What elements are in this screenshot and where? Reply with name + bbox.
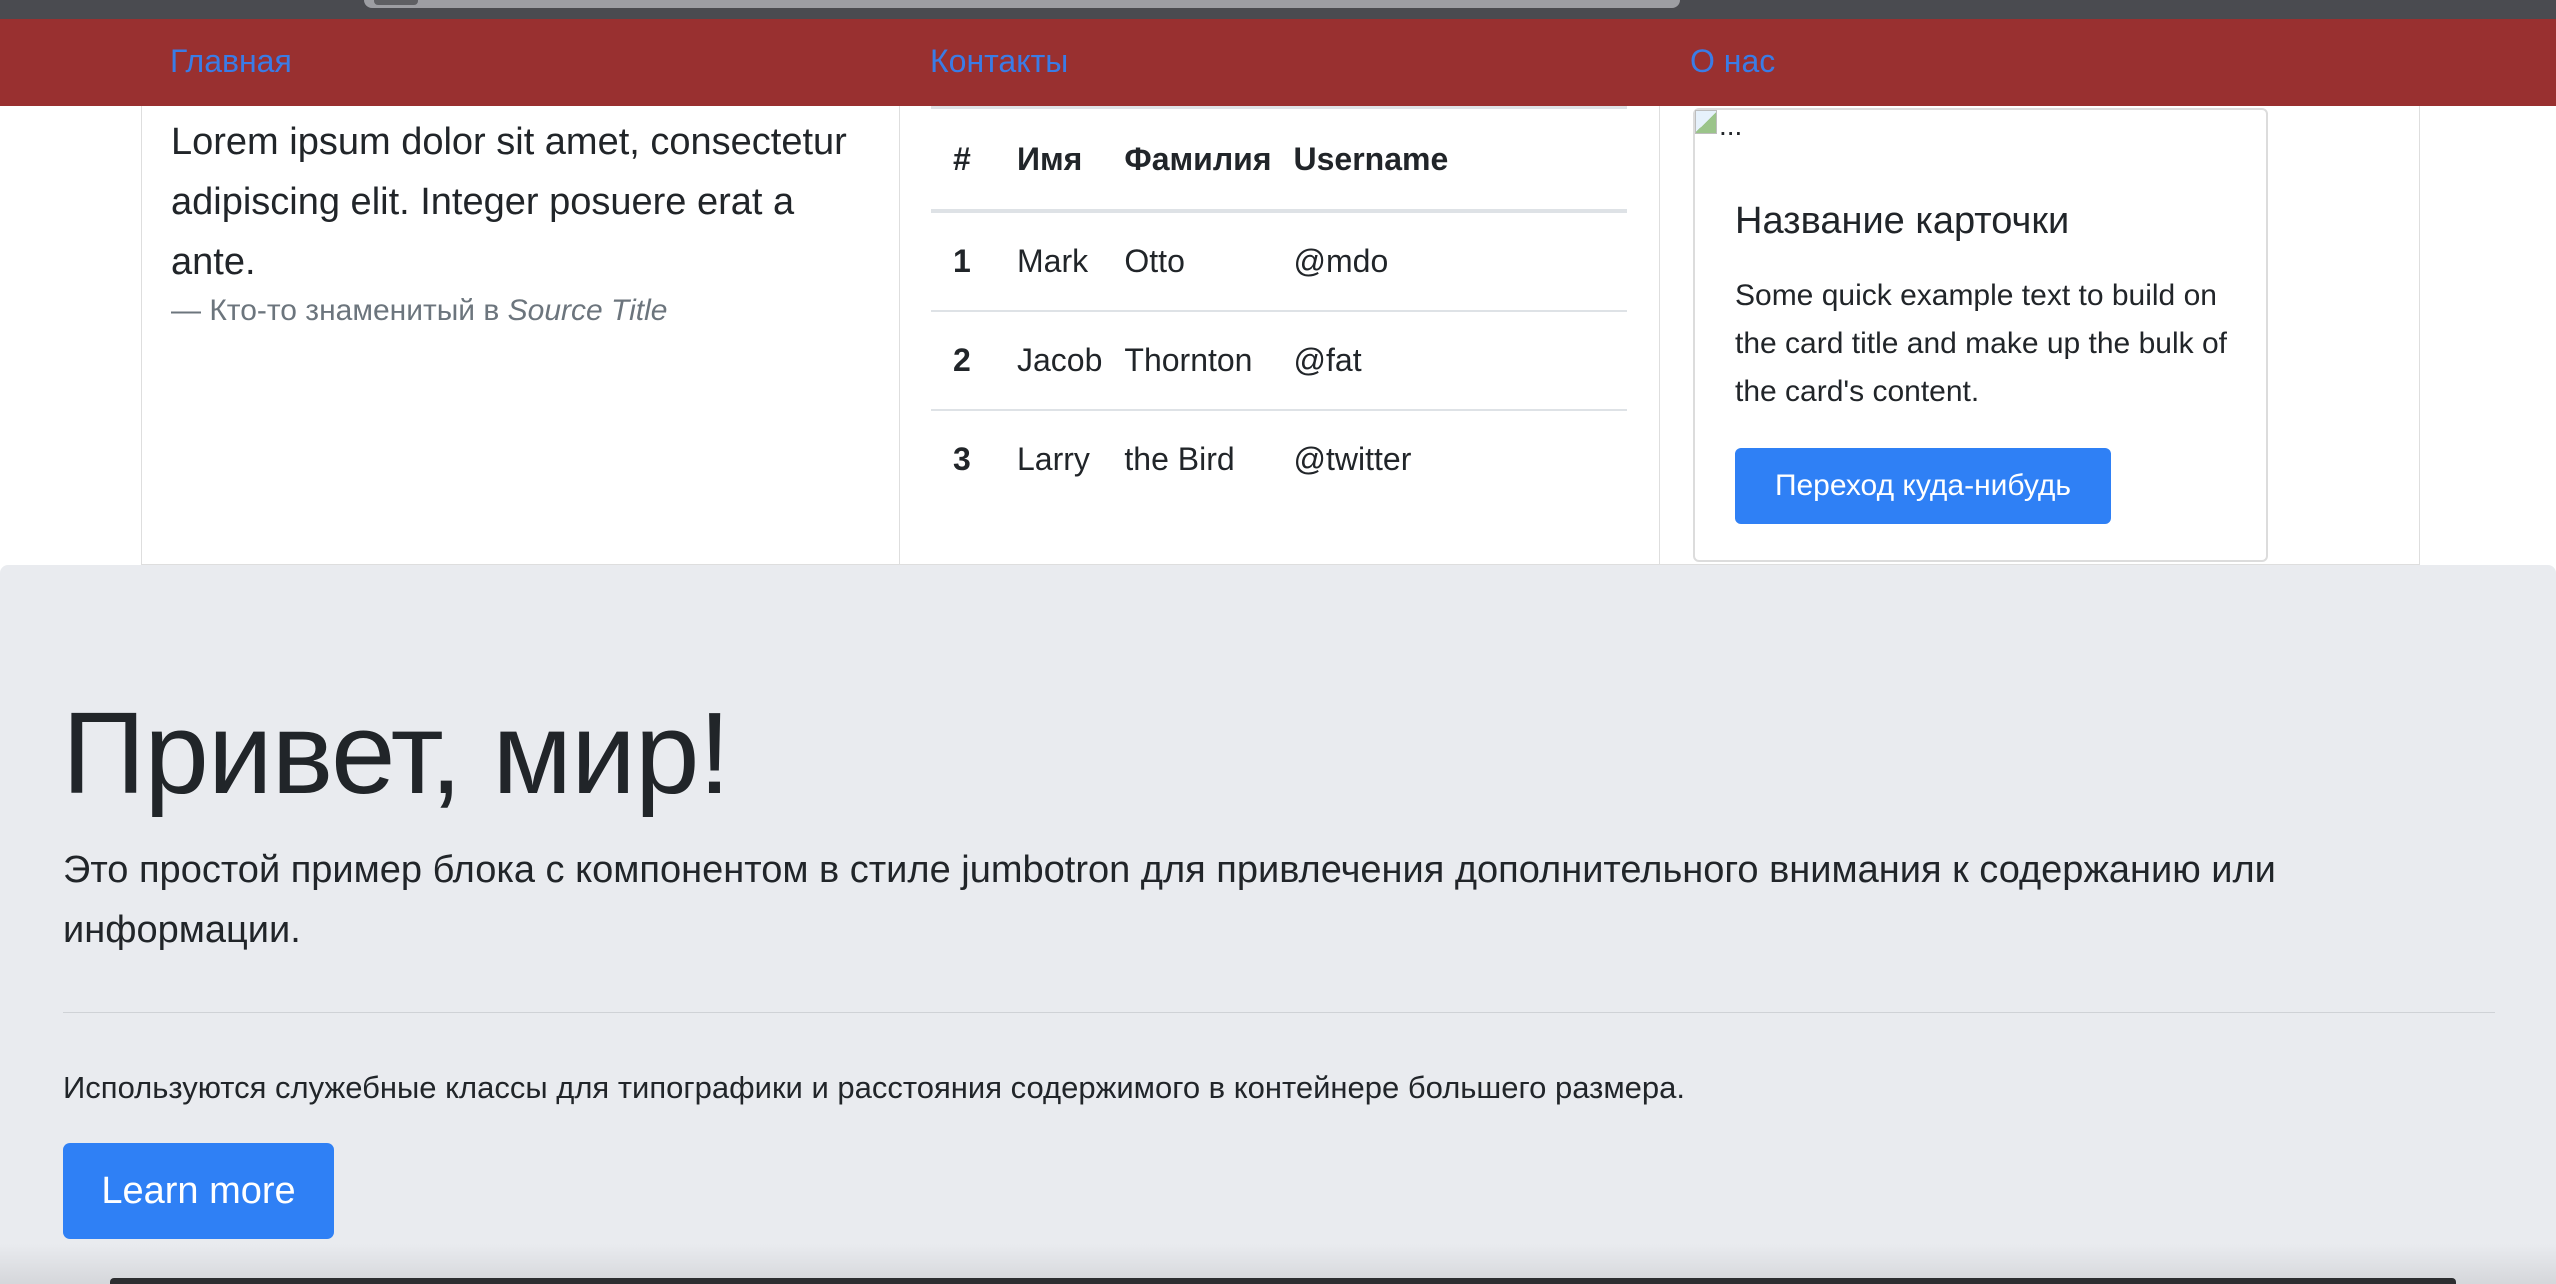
row-last-name: Thornton	[1102, 311, 1272, 411]
row-last-name: the Bird	[1124, 441, 1235, 477]
row-username: @twitter	[1293, 441, 1412, 477]
row-first-name: Jacob	[995, 311, 1103, 411]
users-table: # Имя Фамилия Username 1 Mark Otto @mdo …	[931, 106, 1627, 508]
table-row: 2 Jacob Thornton @fat	[931, 311, 1627, 411]
row-username: @mdo	[1271, 211, 1627, 312]
jumbotron-lead: Это простой пример блока с компонентом в…	[63, 849, 2276, 951]
table-row: 1 Mark Otto @mdo	[931, 211, 1627, 312]
navbar: Главная Контакты О нас	[0, 19, 2556, 106]
browser-address-bar[interactable]	[364, 0, 1680, 8]
nav-link-home[interactable]: Главная	[170, 43, 292, 80]
quote-footer: — Кто-то знаменитый в Source Title	[171, 294, 667, 328]
row-number: 3	[953, 441, 971, 477]
divider	[63, 1012, 2495, 1013]
table-header-username: Username	[1271, 106, 1627, 213]
row-number: 2	[931, 311, 995, 411]
row-number: 1	[931, 211, 995, 312]
quote-footer-prefix: — Кто-то знаменитый в	[171, 294, 500, 327]
table-header-number: #	[931, 106, 995, 213]
row-first-name: Larry	[1017, 441, 1090, 477]
window-bottom-edge	[110, 1278, 2456, 1284]
table-header-first-name: Имя	[995, 106, 1103, 213]
jumbotron-title: Привет, мир!	[62, 688, 731, 818]
card-text: Some quick example text to build on the …	[1735, 279, 2227, 408]
nav-link-contacts[interactable]: Контакты	[930, 43, 1068, 80]
broken-image-icon	[1695, 110, 1717, 134]
nav-link-about[interactable]: О нас	[1690, 43, 1775, 80]
browser-top-strip	[0, 0, 2556, 19]
card: ... Название карточки Some quick example…	[1693, 108, 2268, 562]
jumbotron: Привет, мир! Это простой пример блока с …	[0, 565, 2556, 1284]
jumbotron-text: Используются служебные классы для типогр…	[63, 1070, 1686, 1105]
table-header-row: # Имя Фамилия Username	[931, 106, 1627, 213]
learn-more-button[interactable]: Learn more	[63, 1143, 334, 1239]
card-link-button[interactable]: Переход куда-нибудь	[1735, 448, 2111, 524]
quote-source-title: Source Title	[507, 294, 668, 327]
browser-tab-chip	[374, 0, 418, 5]
card-image-alt: ...	[1719, 110, 1743, 141]
row-last-name: Otto	[1102, 211, 1272, 312]
card-column: ... Название карточки Some quick example…	[1659, 106, 2420, 565]
card-title: Название карточки	[1735, 200, 2070, 242]
card-image: ...	[1695, 110, 1742, 150]
row-username: @fat	[1271, 311, 1627, 411]
table-header-last-name: Фамилия	[1102, 106, 1272, 213]
table-column: # Имя Фамилия Username 1 Mark Otto @mdo …	[899, 106, 1660, 565]
quote-text: Lorem ipsum dolor sit amet, consectetur …	[171, 121, 847, 283]
table-row: 3 Larry the Bird @twitter	[931, 410, 1627, 508]
quote-column: Lorem ipsum dolor sit amet, consectetur …	[141, 106, 900, 565]
row-first-name: Mark	[995, 211, 1103, 312]
